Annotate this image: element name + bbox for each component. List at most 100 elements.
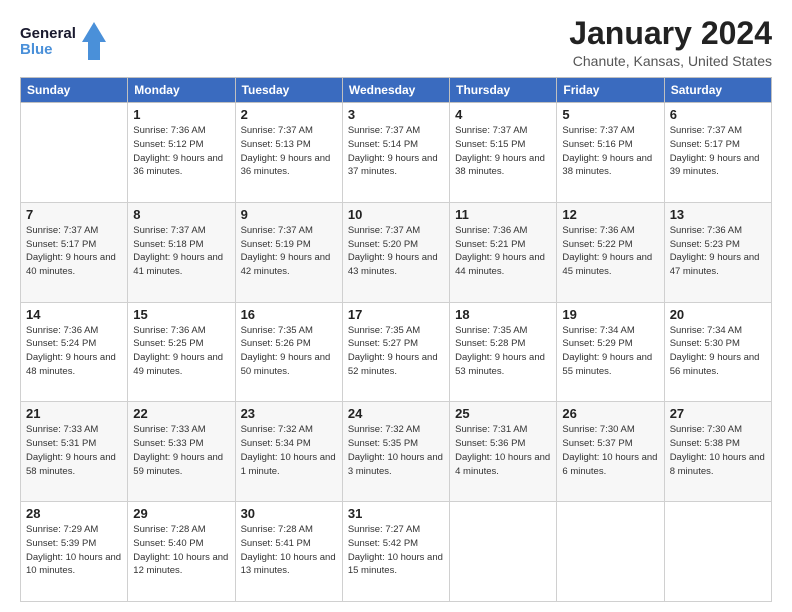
day-number: 1 [133,107,229,122]
day-info: Sunrise: 7:37 AMSunset: 5:17 PMDaylight:… [26,224,122,279]
day-cell: 15 Sunrise: 7:36 AMSunset: 5:25 PMDayligh… [128,302,235,402]
day-info: Sunrise: 7:37 AMSunset: 5:20 PMDaylight:… [348,224,444,279]
day-number: 31 [348,506,444,521]
day-number: 7 [26,207,122,222]
col-monday: Monday [128,78,235,103]
day-number: 4 [455,107,551,122]
day-cell: 4Sunrise: 7:37 AMSunset: 5:15 PMDaylight… [450,103,557,203]
day-info: Sunrise: 7:37 AMSunset: 5:18 PMDaylight:… [133,224,229,279]
day-number: 15 [133,307,229,322]
svg-text:General: General [20,25,76,42]
day-number: 5 [562,107,658,122]
col-friday: Friday [557,78,664,103]
day-cell: 1Sunrise: 7:36 AMSunset: 5:12 PMDaylight… [128,103,235,203]
day-info: Sunrise: 7:33 AMSunset: 5:31 PMDaylight:… [26,423,122,478]
day-number: 27 [670,406,766,421]
day-number: 12 [562,207,658,222]
day-info: Sunrise: 7:32 AMSunset: 5:35 PMDaylight:… [348,423,444,478]
day-number: 11 [455,207,551,222]
day-number: 8 [133,207,229,222]
day-cell: 26Sunrise: 7:30 AMSunset: 5:37 PMDayligh… [557,402,664,502]
day-info: Sunrise: 7:37 AMSunset: 5:14 PMDaylight:… [348,124,444,179]
day-number: 21 [26,406,122,421]
day-cell: 9Sunrise: 7:37 AMSunset: 5:19 PMDaylight… [235,202,342,302]
day-cell: 21 Sunrise: 7:33 AMSunset: 5:31 PMDayligh… [21,402,128,502]
day-cell [450,502,557,602]
day-cell: 20 Sunrise: 7:34 AMSunset: 5:30 PMDayligh… [664,302,771,402]
day-number: 13 [670,207,766,222]
day-info: Sunrise: 7:37 AMSunset: 5:13 PMDaylight:… [241,124,337,179]
day-cell: 18 Sunrise: 7:35 AMSunset: 5:28 PMDayligh… [450,302,557,402]
page: General Blue January 2024 Chanute, Kansa… [0,0,792,612]
day-info: Sunrise: 7:28 AMSunset: 5:41 PMDaylight:… [241,523,337,578]
day-cell: 10Sunrise: 7:37 AMSunset: 5:20 PMDayligh… [342,202,449,302]
location: Chanute, Kansas, United States [569,53,772,69]
day-info: Sunrise: 7:36 AMSunset: 5:22 PMDaylight:… [562,224,658,279]
day-cell: 31 Sunrise: 7:27 AMSunset: 5:42 PMDayligh… [342,502,449,602]
day-info: Sunrise: 7:37 AMSunset: 5:16 PMDaylight:… [562,124,658,179]
day-cell: 8 Sunrise: 7:37 AMSunset: 5:18 PMDaylight… [128,202,235,302]
day-number: 18 [455,307,551,322]
day-number: 3 [348,107,444,122]
day-info: Sunrise: 7:36 AMSunset: 5:23 PMDaylight:… [670,224,766,279]
day-cell: 3 Sunrise: 7:37 AMSunset: 5:14 PMDaylight… [342,103,449,203]
day-number: 19 [562,307,658,322]
day-number: 28 [26,506,122,521]
day-info: Sunrise: 7:30 AMSunset: 5:38 PMDaylight:… [670,423,766,478]
day-cell [557,502,664,602]
week-row-4: 21 Sunrise: 7:33 AMSunset: 5:31 PMDayligh… [21,402,772,502]
day-number: 30 [241,506,337,521]
day-info: Sunrise: 7:35 AMSunset: 5:27 PMDaylight:… [348,324,444,379]
calendar-table: Sunday Monday Tuesday Wednesday Thursday… [20,77,772,602]
day-info: Sunrise: 7:34 AMSunset: 5:29 PMDaylight:… [562,324,658,379]
week-row-1: 1Sunrise: 7:36 AMSunset: 5:12 PMDaylight… [21,103,772,203]
day-number: 29 [133,506,229,521]
day-number: 14 [26,307,122,322]
day-number: 6 [670,107,766,122]
day-cell: 16Sunrise: 7:35 AMSunset: 5:26 PMDayligh… [235,302,342,402]
logo-wordmark: General Blue [20,20,110,67]
header-row: Sunday Monday Tuesday Wednesday Thursday… [21,78,772,103]
day-info: Sunrise: 7:36 AMSunset: 5:21 PMDaylight:… [455,224,551,279]
day-info: Sunrise: 7:34 AMSunset: 5:30 PMDaylight:… [670,324,766,379]
day-cell [664,502,771,602]
day-number: 23 [241,406,337,421]
day-number: 20 [670,307,766,322]
day-cell: 29 Sunrise: 7:28 AMSunset: 5:40 PMDayligh… [128,502,235,602]
col-tuesday: Tuesday [235,78,342,103]
col-sunday: Sunday [21,78,128,103]
week-row-2: 7 Sunrise: 7:37 AMSunset: 5:17 PMDaylight… [21,202,772,302]
logo-svg: General Blue [20,20,110,62]
day-info: Sunrise: 7:36 AMSunset: 5:24 PMDaylight:… [26,324,122,379]
day-info: Sunrise: 7:35 AMSunset: 5:28 PMDaylight:… [455,324,551,379]
day-info: Sunrise: 7:27 AMSunset: 5:42 PMDaylight:… [348,523,444,578]
week-row-3: 14 Sunrise: 7:36 AMSunset: 5:24 PMDayligh… [21,302,772,402]
day-cell: 5 Sunrise: 7:37 AMSunset: 5:16 PMDaylight… [557,103,664,203]
day-cell: 30 Sunrise: 7:28 AMSunset: 5:41 PMDayligh… [235,502,342,602]
day-number: 26 [562,406,658,421]
day-info: Sunrise: 7:31 AMSunset: 5:36 PMDaylight:… [455,423,551,478]
col-thursday: Thursday [450,78,557,103]
day-cell [21,103,128,203]
month-title: January 2024 [569,16,772,51]
day-info: Sunrise: 7:28 AMSunset: 5:40 PMDaylight:… [133,523,229,578]
day-cell: 22Sunrise: 7:33 AMSunset: 5:33 PMDayligh… [128,402,235,502]
day-info: Sunrise: 7:37 AMSunset: 5:17 PMDaylight:… [670,124,766,179]
day-info: Sunrise: 7:33 AMSunset: 5:33 PMDaylight:… [133,423,229,478]
col-wednesday: Wednesday [342,78,449,103]
day-number: 9 [241,207,337,222]
day-cell: 12 Sunrise: 7:36 AMSunset: 5:22 PMDayligh… [557,202,664,302]
day-cell: 27 Sunrise: 7:30 AMSunset: 5:38 PMDayligh… [664,402,771,502]
day-info: Sunrise: 7:32 AMSunset: 5:34 PMDaylight:… [241,423,337,478]
day-number: 17 [348,307,444,322]
day-cell: 11 Sunrise: 7:36 AMSunset: 5:21 PMDayligh… [450,202,557,302]
day-cell: 13 Sunrise: 7:36 AMSunset: 5:23 PMDayligh… [664,202,771,302]
day-cell: 7 Sunrise: 7:37 AMSunset: 5:17 PMDaylight… [21,202,128,302]
day-cell: 25Sunrise: 7:31 AMSunset: 5:36 PMDayligh… [450,402,557,502]
day-cell: 17 Sunrise: 7:35 AMSunset: 5:27 PMDayligh… [342,302,449,402]
day-info: Sunrise: 7:36 AMSunset: 5:25 PMDaylight:… [133,324,229,379]
day-cell: 19 Sunrise: 7:34 AMSunset: 5:29 PMDayligh… [557,302,664,402]
day-cell: 23 Sunrise: 7:32 AMSunset: 5:34 PMDayligh… [235,402,342,502]
title-block: January 2024 Chanute, Kansas, United Sta… [569,16,772,69]
day-info: Sunrise: 7:35 AMSunset: 5:26 PMDaylight:… [241,324,337,379]
